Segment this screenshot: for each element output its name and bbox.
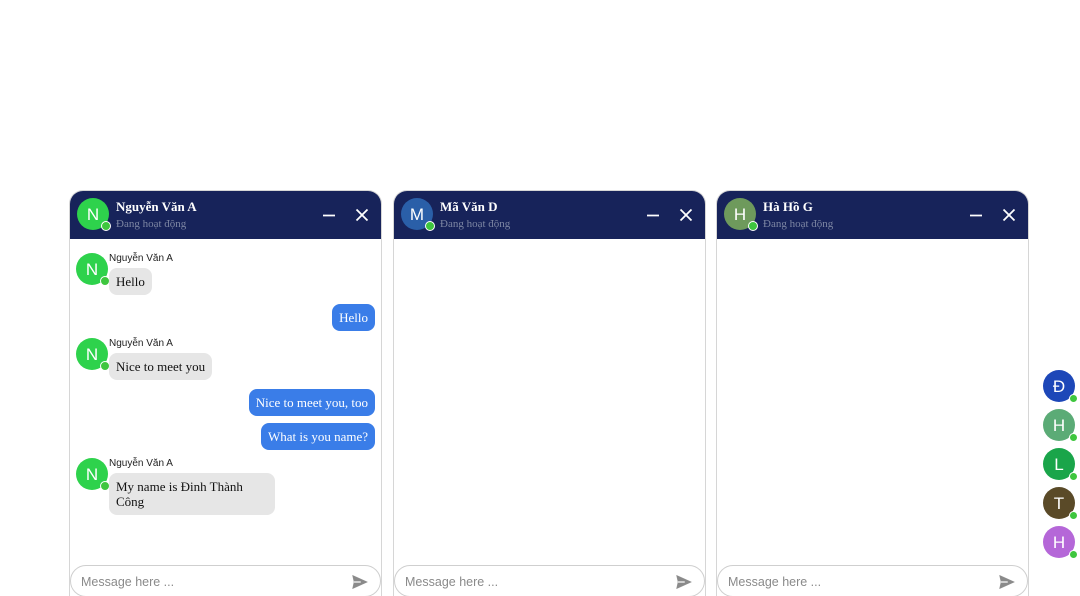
contact-name: Mã Văn D bbox=[440, 199, 498, 214]
avatar-letter: L bbox=[1054, 454, 1064, 474]
close-icon bbox=[679, 208, 693, 222]
online-indicator bbox=[425, 221, 435, 231]
avatar-letter: H bbox=[1052, 532, 1066, 552]
chat-header[interactable]: M Mã Văn D Đang hoạt động bbox=[394, 191, 705, 239]
contact-status: Đang hoạt động bbox=[440, 218, 511, 230]
message-bubble: Hello bbox=[109, 268, 152, 295]
message-bubble: My name is Đinh Thành Công bbox=[109, 473, 275, 515]
contact-bubble-l[interactable]: L bbox=[1043, 448, 1078, 481]
avatar-letter: N bbox=[86, 204, 100, 224]
chat-header[interactable]: H Hà Hồ G Đang hoạt động bbox=[717, 191, 1028, 239]
message-input[interactable] bbox=[728, 572, 988, 592]
minimize-button[interactable] bbox=[321, 207, 337, 223]
chat-header[interactable]: N Nguyễn Văn A Đang hoạt động bbox=[70, 191, 381, 239]
message-text-line: My name is Đinh Thành bbox=[116, 479, 243, 494]
avatar-letter: N bbox=[85, 344, 99, 364]
message-list[interactable]: N Nguyễn Văn A Hello Hello N Nguyễn Văn … bbox=[70, 239, 381, 561]
online-indicator bbox=[1069, 511, 1078, 520]
contact-status: Đang hoạt động bbox=[763, 218, 834, 230]
sender-name: Nguyễn Văn A bbox=[109, 253, 173, 264]
message-list[interactable] bbox=[717, 239, 1028, 561]
avatar: H bbox=[724, 198, 758, 231]
sender-name: Nguyễn Văn A bbox=[109, 338, 173, 349]
contact-name: Hà Hồ G bbox=[763, 199, 813, 214]
contact-bubble-h[interactable]: H bbox=[1043, 409, 1078, 442]
avatar-letter: H bbox=[733, 204, 747, 224]
chat-window-ha-ho-g: H Hà Hồ G Đang hoạt động bbox=[716, 190, 1029, 596]
sender-name: Nguyễn Văn A bbox=[109, 458, 173, 469]
minimize-icon bbox=[970, 214, 982, 217]
message-sent: Nice to meet you, too bbox=[248, 389, 375, 416]
online-indicator bbox=[748, 221, 758, 231]
message-sent: Hello bbox=[332, 304, 375, 331]
avatar-letter: T bbox=[1053, 493, 1065, 513]
sender-avatar: N bbox=[76, 338, 110, 371]
avatar: N bbox=[77, 198, 111, 231]
online-indicator bbox=[1069, 394, 1078, 403]
online-indicator bbox=[1069, 550, 1078, 559]
contact-bubble-t[interactable]: T bbox=[1043, 487, 1078, 520]
contact-bubble-h2[interactable]: H bbox=[1043, 526, 1078, 559]
message-list[interactable] bbox=[394, 239, 705, 561]
message-input-bar bbox=[70, 565, 381, 596]
message-bubble: Nice to meet you bbox=[109, 353, 213, 380]
minimize-icon bbox=[323, 214, 335, 217]
message-input[interactable] bbox=[405, 572, 665, 592]
send-button[interactable] bbox=[675, 573, 693, 591]
message-input-bar bbox=[394, 565, 705, 596]
sender-avatar: N bbox=[76, 458, 110, 491]
close-button[interactable] bbox=[1001, 207, 1017, 223]
close-icon bbox=[1002, 208, 1016, 222]
avatar: M bbox=[401, 198, 435, 231]
online-indicator bbox=[1069, 433, 1078, 442]
send-icon bbox=[999, 575, 1015, 589]
message-input-bar bbox=[717, 565, 1028, 596]
contact-bubble-d[interactable]: Đ bbox=[1043, 370, 1078, 403]
send-icon bbox=[676, 575, 692, 589]
online-indicator bbox=[101, 221, 111, 231]
avatar-letter: N bbox=[85, 259, 99, 279]
close-button[interactable] bbox=[678, 207, 694, 223]
message-text-line: Công bbox=[116, 494, 145, 509]
sender-avatar: N bbox=[76, 253, 110, 286]
contact-name: Nguyễn Văn A bbox=[116, 199, 197, 214]
send-button[interactable] bbox=[351, 573, 369, 591]
minimize-button[interactable] bbox=[968, 207, 984, 223]
avatar-letter: M bbox=[409, 204, 425, 224]
chat-window-nguyen-van-a: N Nguyễn Văn A Đang hoạt động N Nguyễn V… bbox=[69, 190, 382, 596]
message-input[interactable] bbox=[81, 572, 341, 592]
chat-window-ma-van-d: M Mã Văn D Đang hoạt động bbox=[393, 190, 706, 596]
avatar-letter: H bbox=[1052, 415, 1066, 435]
message-sent: What is you name? bbox=[261, 423, 375, 450]
contact-status: Đang hoạt động bbox=[116, 218, 187, 230]
avatar-letter: Đ bbox=[1052, 376, 1066, 396]
send-button[interactable] bbox=[998, 573, 1016, 591]
online-indicator bbox=[1069, 472, 1078, 481]
minimize-button[interactable] bbox=[645, 207, 661, 223]
close-icon bbox=[355, 208, 369, 222]
minimize-icon bbox=[647, 214, 659, 217]
send-icon bbox=[352, 575, 368, 589]
close-button[interactable] bbox=[354, 207, 370, 223]
avatar-letter: N bbox=[85, 464, 99, 484]
